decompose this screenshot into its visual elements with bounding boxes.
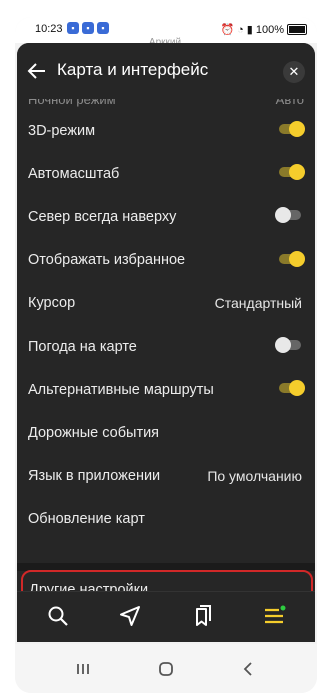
row-label: Обновление карт xyxy=(28,511,145,528)
row-label: 3D-режим xyxy=(28,122,96,139)
wifi-icon: ◔ xyxy=(237,23,244,36)
bottom-tab-bar xyxy=(17,591,315,642)
setting-auto-zoom[interactable]: Автомасштаб xyxy=(17,152,315,195)
settings-sheet: Карта и интерфейс ✕ Ночной режим Авто 3D… xyxy=(17,43,315,641)
row-label: Север всегда наверху xyxy=(28,208,177,225)
toggle-switch[interactable] xyxy=(275,207,301,224)
setting-language[interactable]: Язык в приложении По умолчанию xyxy=(17,455,315,498)
settings-list: 3D-режим Автомасштаб Север всегда наверх… xyxy=(17,109,315,541)
signal-icon: ▮ xyxy=(246,24,253,36)
row-label: Погода на карте xyxy=(28,338,137,355)
back-arrow-icon[interactable] xyxy=(25,59,49,83)
setting-road-events[interactable]: Дорожные события xyxy=(17,411,315,454)
alarm-icon: ⏰ xyxy=(220,24,235,36)
setting-3d-mode[interactable]: 3D-режим xyxy=(17,109,315,152)
toggle-switch[interactable] xyxy=(279,121,305,137)
row-value: Стандартный xyxy=(214,295,302,312)
toggle-knob xyxy=(289,121,305,137)
status-right: ⏰ ◔ ▮ 100% xyxy=(220,23,307,36)
toggle-switch[interactable] xyxy=(279,380,305,397)
setting-weather[interactable]: Погода на карте xyxy=(17,325,315,368)
toggle-knob xyxy=(275,336,291,353)
back-icon[interactable] xyxy=(238,658,260,680)
sheet-header: Карта и интерфейс ✕ xyxy=(17,43,315,99)
setting-north-up[interactable]: Север всегда наверху xyxy=(17,195,315,238)
row-label: Отображать избранное xyxy=(28,252,186,269)
setting-cursor[interactable]: Курсор Стандартный xyxy=(17,282,315,325)
search-icon[interactable] xyxy=(46,604,70,628)
row-label: Автомасштаб xyxy=(28,165,120,182)
toggle-switch[interactable] xyxy=(279,164,305,181)
row-label: Язык в приложении xyxy=(28,468,161,485)
recent-apps-icon[interactable] xyxy=(72,658,94,680)
row-value: По умолчанию xyxy=(207,468,302,485)
page-title: Карта и интерфейс xyxy=(57,60,209,79)
row-label: Дорожные события xyxy=(28,424,160,441)
toggle-switch[interactable] xyxy=(279,250,305,267)
battery-icon xyxy=(287,24,307,35)
toggle-knob xyxy=(289,250,305,267)
setting-map-updates[interactable]: Обновление карт xyxy=(17,498,315,541)
toggle-switch[interactable] xyxy=(275,336,301,353)
navigation-icon[interactable] xyxy=(118,604,142,628)
bookmarks-icon[interactable] xyxy=(190,604,214,628)
app-notification-icon: ▪ xyxy=(97,22,109,34)
row-label: Курсор xyxy=(28,295,76,312)
battery-percent: 100% xyxy=(255,23,284,36)
row-label: Альтернативные маршруты xyxy=(28,381,214,398)
system-nav-bar xyxy=(15,644,317,693)
phone-screen: 10:23 ▪ ▪ ▪ ⏰ ◔ ▮ 100% Арккий Карта и ин… xyxy=(15,17,317,693)
app-notification-icon: ▪ xyxy=(67,22,79,34)
notification-icons: ▪ ▪ ▪ xyxy=(67,22,109,34)
setting-alt-routes[interactable]: Альтернативные маршруты xyxy=(17,368,315,411)
setting-show-favorites[interactable]: Отображать избранное xyxy=(17,239,315,282)
home-icon[interactable] xyxy=(155,658,177,680)
status-time: 10:23 xyxy=(35,23,63,35)
app-notification-icon: ▪ xyxy=(82,22,94,34)
close-icon[interactable]: ✕ xyxy=(283,61,305,83)
toggle-knob xyxy=(275,207,291,224)
toggle-knob xyxy=(289,380,305,397)
toggle-knob xyxy=(289,164,305,181)
menu-icon[interactable] xyxy=(262,604,286,628)
